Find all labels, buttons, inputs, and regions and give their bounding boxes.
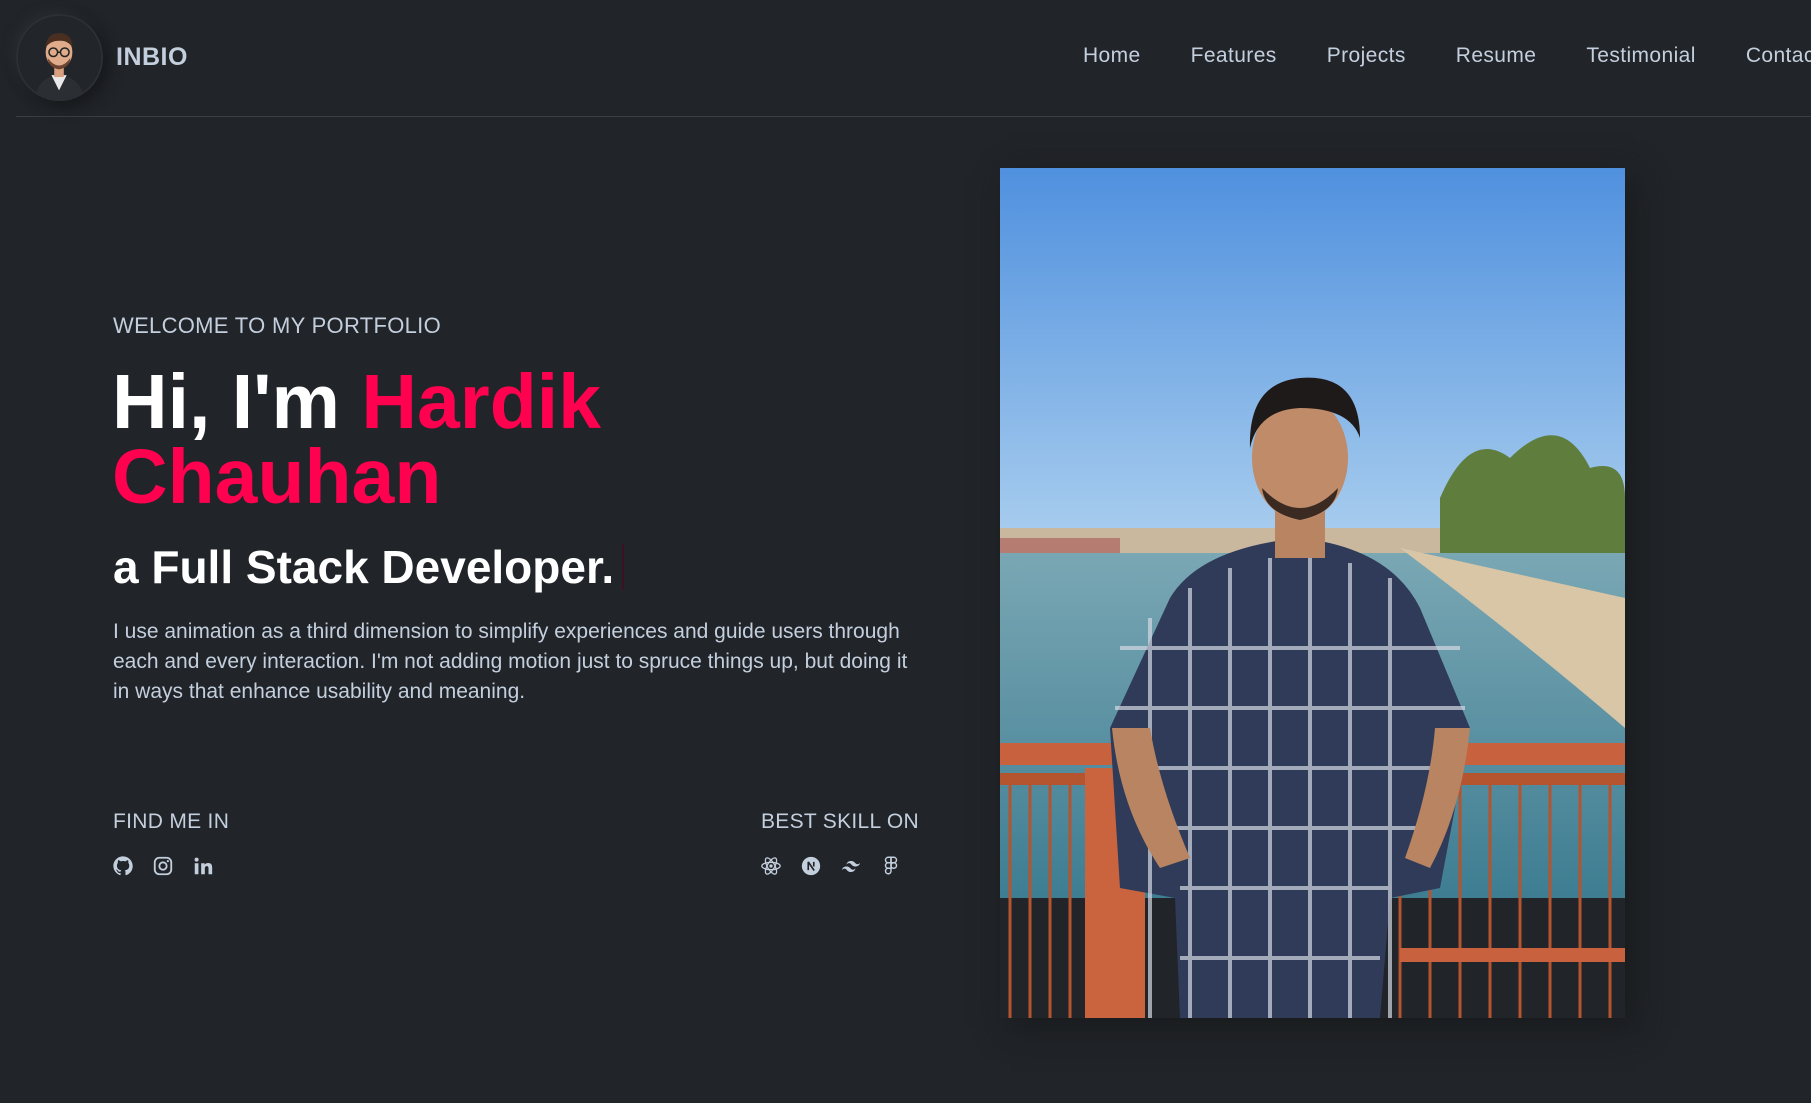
logo[interactable]: INBIO (16, 14, 188, 101)
nav-testimonial[interactable]: Testimonial (1586, 44, 1695, 68)
site-header: INBIO Home Features Projects Resume Test… (16, 0, 1811, 117)
social-links (112, 855, 214, 877)
nav-home[interactable]: Home (1083, 44, 1141, 68)
avatar-image (18, 16, 101, 99)
nav-features[interactable]: Features (1191, 44, 1277, 68)
instagram-icon[interactable] (152, 855, 174, 877)
hero-description: I use animation as a third dimension to … (113, 620, 908, 703)
best-skill-label: BEST SKILL ON (761, 810, 919, 833)
avatar (16, 14, 103, 101)
hero-title: Hi, I'm Hardik Chauhan (112, 364, 832, 516)
welcome-text: WELCOME TO MY PORTFOLIO (113, 313, 441, 338)
role-text: a Full Stack Developer. (113, 540, 625, 594)
main-nav: Home Features Projects Resume Testimonia… (1033, 44, 1811, 68)
github-icon[interactable] (112, 855, 134, 877)
skills-icons (760, 855, 902, 877)
profile-photo (1000, 168, 1625, 1018)
brand-name: INBIO (116, 43, 188, 71)
figma-icon (880, 855, 902, 877)
find-me-label: FIND ME IN (113, 810, 230, 833)
nav-projects[interactable]: Projects (1327, 44, 1406, 68)
tailwind-icon (840, 855, 862, 877)
nav-resume[interactable]: Resume (1456, 44, 1537, 68)
linkedin-icon[interactable] (192, 855, 214, 877)
profile-photo-image (1000, 168, 1625, 1018)
react-icon (760, 855, 782, 877)
typing-cursor (622, 544, 625, 590)
nextjs-icon (800, 855, 822, 877)
role-label: a Full Stack Developer. (113, 541, 615, 593)
portfolio-page: INBIO Home Features Projects Resume Test… (0, 0, 1811, 1103)
greeting: Hi, I'm (112, 359, 362, 445)
nav-contact[interactable]: Contact (1746, 44, 1811, 68)
